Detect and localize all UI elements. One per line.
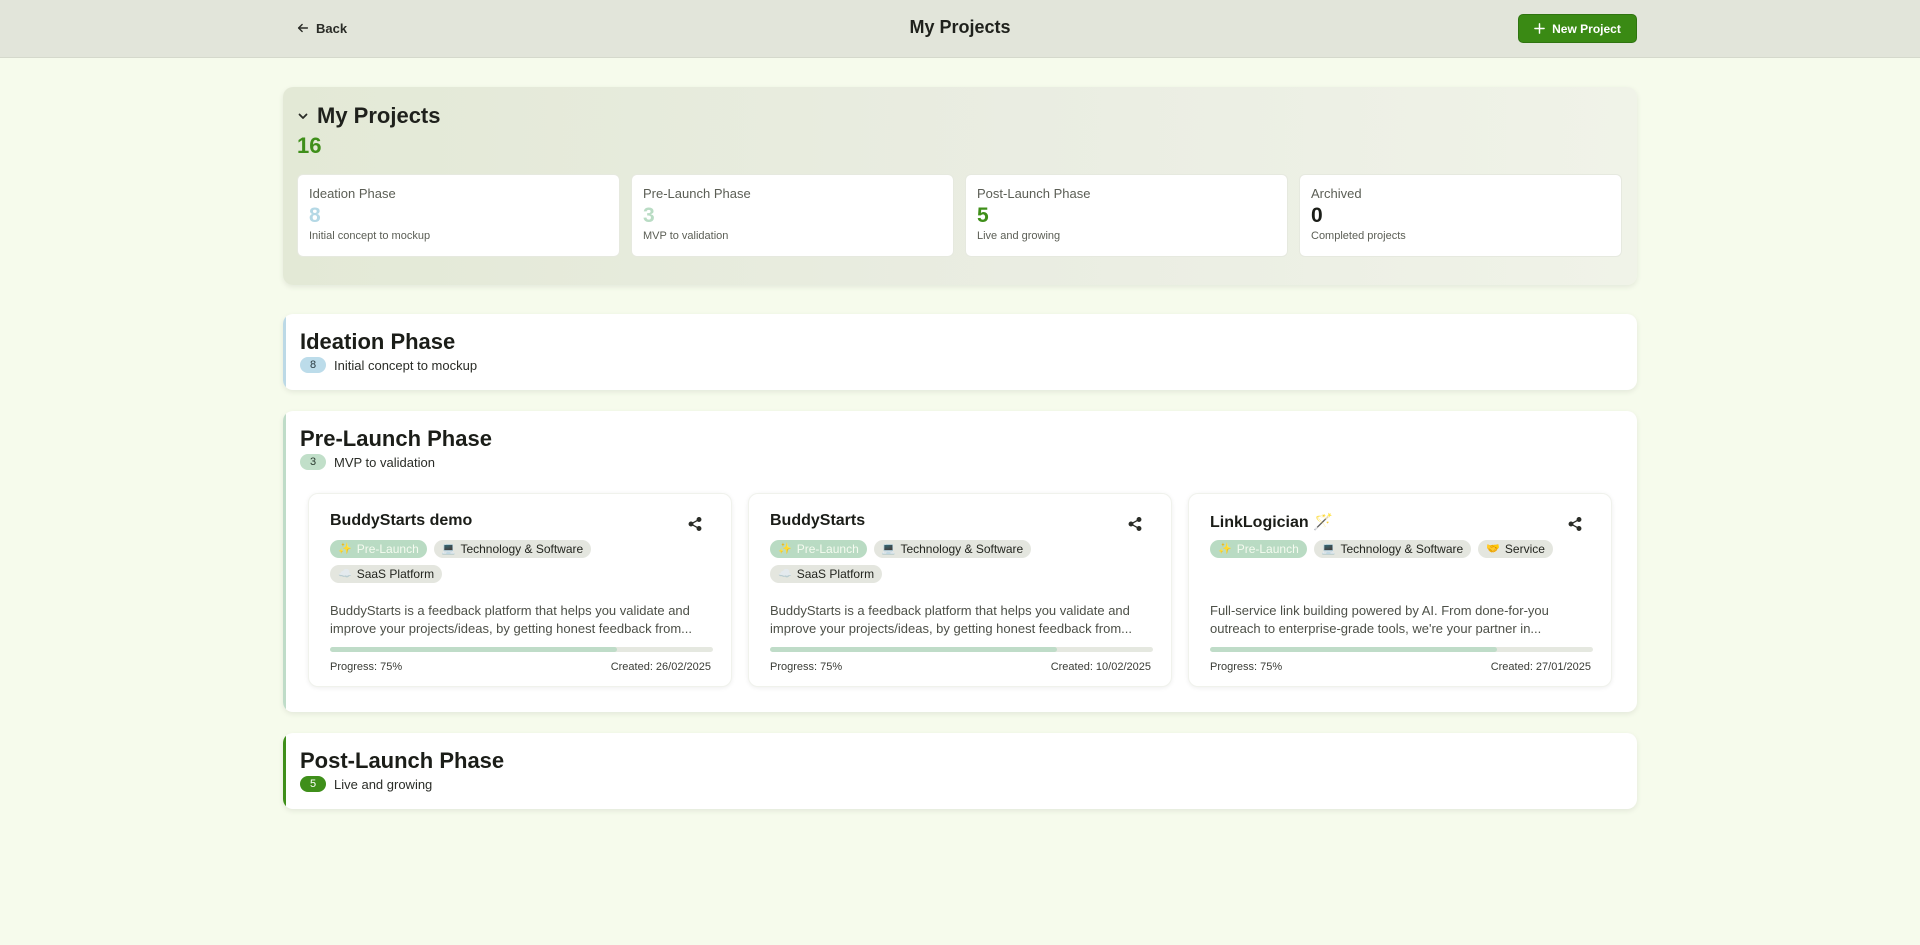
new-project-label: New Project [1552, 21, 1621, 36]
cloud-icon: ☁️ [338, 568, 352, 580]
sparkles-icon: ✨ [778, 543, 792, 555]
project-description: BuddyStarts is a feedback platform that … [330, 603, 693, 636]
sparkles-icon: ✨ [338, 543, 352, 555]
stat-label: Post-Launch Phase [977, 186, 1091, 201]
progress-fill [1210, 647, 1498, 652]
stat-label: Archived [1311, 186, 1362, 201]
summary-title: My Projects [317, 103, 441, 128]
back-button[interactable]: Back [296, 18, 347, 38]
tag-phase: ✨ Pre-Launch [1210, 540, 1307, 558]
project-card[interactable]: BuddyStarts ✨ Pre-Launch 💻 Technology & So… [748, 493, 1172, 687]
tag-category: 💻 Technology & Software [433, 540, 592, 558]
phase-title[interactable]: Pre-Launch Phase [300, 426, 492, 452]
handshake-icon: 🤝 [1486, 543, 1500, 555]
laptop-icon: 💻 [881, 543, 896, 555]
stat-card-postlaunch: Post-Launch Phase 5 Live and growing [965, 174, 1288, 257]
tag-phase: ✨ Pre-Launch [770, 540, 867, 558]
arrow-left-icon [297, 23, 309, 33]
new-project-button[interactable]: New Project [1518, 14, 1637, 43]
project-description: Full-service link building powered by AI… [1210, 603, 1549, 636]
project-card[interactable]: LinkLogician 🪄 ✨ Pre-Launch 💻 Technology &… [1188, 493, 1612, 687]
stat-card-ideation: Ideation Phase 8 Initial concept to mock… [297, 174, 620, 257]
phase-description: Initial concept to mockup [334, 357, 478, 373]
progress-label: Progress: 75% [330, 661, 403, 673]
project-card[interactable]: BuddyStarts demo ✨ Pre-Launch 💻 Technology… [308, 493, 732, 687]
phase-description: Live and growing [334, 776, 433, 792]
back-label: Back [316, 20, 348, 36]
progress-fill [770, 647, 1058, 652]
chevron-down-icon [298, 113, 308, 119]
phase-count-badge: 3 [300, 454, 326, 470]
cloud-icon: ☁️ [778, 568, 792, 580]
stat-card-archived: Archived 0 Completed projects [1299, 174, 1622, 257]
laptop-icon: 💻 [1321, 543, 1336, 555]
phase-description: MVP to validation [334, 454, 435, 470]
project-tags: ✨ Pre-Launch 💻 Technology & Software ☁️ Saa… [330, 540, 710, 583]
share-icon[interactable] [1567, 516, 1583, 532]
phase-section-postlaunch[interactable]: Post-Launch Phase 5 Live and growing [283, 733, 1637, 809]
progress-label: Progress: 75% [770, 661, 843, 673]
progress-bar [770, 647, 1153, 652]
created-date: Created: 27/01/2025 [1490, 661, 1591, 673]
tag-type: 🤝 Service [1478, 540, 1553, 558]
tag-type: ☁️ SaaS Platform [330, 565, 443, 583]
progress-bar [1210, 647, 1593, 652]
phase-section-prelaunch: Pre-Launch Phase 3 MVP to validation Bud… [283, 411, 1637, 712]
stat-label: Ideation Phase [309, 186, 396, 201]
stat-description: Live and growing [977, 230, 1061, 242]
projects-summary: My Projects 16 Ideation Phase 8 Initial … [283, 87, 1637, 285]
phase-title: Post-Launch Phase [300, 748, 505, 773]
project-title: BuddyStarts demo [330, 512, 473, 529]
stat-card-prelaunch: Pre-Launch Phase 3 MVP to validation [631, 174, 954, 257]
share-icon[interactable] [1127, 516, 1143, 532]
stat-label: Pre-Launch Phase [643, 186, 751, 201]
created-date: Created: 26/02/2025 [610, 661, 711, 673]
phase-section-ideation[interactable]: Ideation Phase 8 Initial concept to mock… [283, 314, 1637, 390]
project-tags: ✨ Pre-Launch 💻 Technology & Software ☁️ Saa… [770, 540, 1150, 583]
progress-fill [330, 647, 618, 652]
tag-category: 💻 Technology & Software [1313, 540, 1472, 558]
progress-label: Progress: 75% [1210, 661, 1283, 673]
stat-description: MVP to validation [643, 230, 729, 242]
tag-phase: ✨ Pre-Launch [330, 540, 427, 558]
project-description: BuddyStarts is a feedback platform that … [770, 603, 1133, 636]
tag-type: ☁️ SaaS Platform [770, 565, 883, 583]
share-icon[interactable] [687, 516, 703, 532]
progress-bar [330, 647, 713, 652]
project-tags: ✨ Pre-Launch 💻 Technology & Software 🤝 Serv… [1210, 540, 1590, 558]
plus-icon [1534, 23, 1545, 34]
tag-category: 💻 Technology & Software [873, 540, 1032, 558]
created-date: Created: 10/02/2025 [1050, 661, 1151, 673]
project-title: LinkLogician 🪄 [1210, 514, 1334, 531]
stat-count: 0 [1311, 204, 1323, 227]
stat-count: 3 [643, 204, 655, 227]
stat-description: Initial concept to mockup [309, 230, 431, 242]
phase-title: Ideation Phase [300, 329, 456, 354]
phase-count-badge: 5 [300, 776, 326, 792]
stat-count: 8 [309, 204, 321, 227]
sparkles-icon: ✨ [1218, 543, 1232, 555]
stat-description: Completed projects [1311, 230, 1406, 242]
phase-count-badge: 8 [300, 357, 326, 373]
project-title: BuddyStarts [770, 512, 866, 529]
laptop-icon: 💻 [441, 543, 456, 555]
total-projects-count: 16 [297, 133, 322, 158]
top-bar: Back My Projects New Project [0, 0, 1920, 58]
stat-count: 5 [977, 204, 989, 227]
summary-toggle[interactable]: My Projects [297, 103, 441, 129]
